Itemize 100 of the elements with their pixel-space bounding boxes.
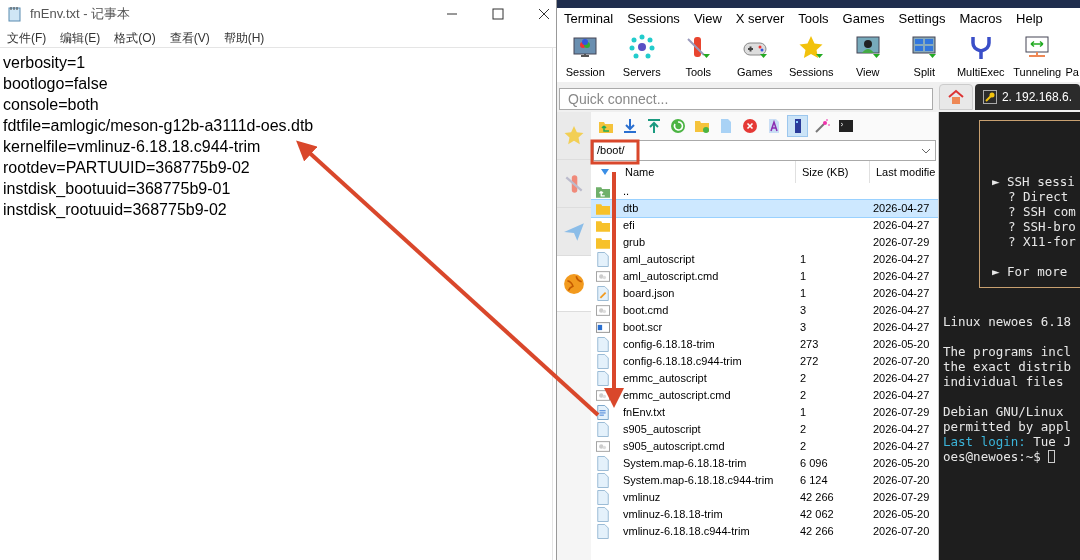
toolbar-button[interactable]: MultiExec	[956, 64, 1005, 81]
path-text: /boot/	[596, 143, 625, 159]
file-row[interactable]: board.json 1 2026-04-27	[591, 285, 938, 302]
toolbar-button[interactable]: Servers	[622, 64, 661, 81]
file-row[interactable]: System.map-6.18.18-trim 6 096 2026-05-20	[591, 455, 938, 472]
folder-icon	[596, 218, 610, 233]
toolbar-button[interactable]: Games	[737, 64, 773, 81]
menu-item[interactable]: Settings	[898, 9, 946, 29]
file-row[interactable]: aml_autoscript 1 2026-04-27	[591, 251, 938, 268]
menu-item[interactable]: Terminal	[564, 9, 614, 29]
menu-item[interactable]: 文件(F)	[7, 28, 47, 47]
column-header[interactable]: Name	[625, 163, 655, 181]
file-row[interactable]: boot.scr 3 2026-04-27	[591, 319, 938, 336]
modified-date: 2026-04-27	[873, 202, 930, 215]
file-row[interactable]: efi 2026-04-27	[591, 217, 938, 234]
sort-arrow-icon[interactable]	[601, 169, 609, 175]
window-title: fnEnv.txt - 记事本	[30, 5, 131, 24]
terminal-line: ► SSH sessi	[992, 174, 1075, 189]
paper-plane-icon	[563, 220, 585, 243]
file-icon	[596, 337, 610, 352]
session-tab[interactable]	[938, 84, 973, 110]
toolbar-button[interactable]: Tools	[685, 64, 712, 81]
text-file-icon	[596, 405, 610, 420]
file-name: fnEnv.txt	[623, 405, 665, 421]
key-icon	[982, 90, 997, 104]
modified-date: 2026-07-29	[873, 406, 930, 419]
terminal-line: the exact distrib	[943, 359, 1071, 374]
terminal-line: Linux newoes 6.18	[943, 314, 1071, 329]
file-row[interactable]: s905_autoscript 2 2026-04-27	[591, 421, 938, 438]
quick-connect-field[interactable]: Quick connect...	[559, 88, 933, 110]
close-icon[interactable]	[538, 8, 550, 20]
file-name: ..	[623, 184, 630, 200]
modified-date: 2026-07-20	[873, 355, 930, 368]
terminal-line: ? SSH com	[1007, 204, 1076, 219]
modified-date: 2026-04-27	[873, 321, 930, 334]
modified-date: 2026-04-27	[873, 253, 930, 266]
upload-icon	[645, 118, 662, 134]
menu-item[interactable]: Help	[1016, 9, 1043, 29]
file-row[interactable]: dtb 2026-04-27	[591, 200, 938, 217]
file-row[interactable]: config-6.18.18.c944-trim 272 2026-07-20	[591, 353, 938, 370]
modified-date: 2026-04-27	[873, 372, 930, 385]
file-size: 273	[800, 338, 819, 351]
file-name: boot.scr	[623, 320, 663, 336]
knife-icon	[563, 172, 585, 195]
column-header[interactable]: Size (KB)	[802, 163, 849, 181]
toolbar-button[interactable]	[787, 115, 808, 137]
menu-item[interactable]: 格式(O)	[114, 28, 156, 47]
file-row[interactable]: vmlinuz-6.18.18.c944-trim 42 266 2026-07-20	[591, 523, 938, 540]
file-row[interactable]: emmc_autoscript.cmd 2 2026-04-27	[591, 387, 938, 404]
path-dropdown[interactable]: /boot/	[593, 140, 936, 161]
toolbar-button[interactable]: Split	[913, 64, 935, 81]
file-row[interactable]: grub 2026-07-29	[591, 234, 938, 251]
toolbar-button[interactable]: View	[855, 64, 880, 81]
maximize-icon[interactable]	[492, 8, 504, 20]
file-icon	[596, 473, 610, 488]
menu-item[interactable]: Games	[842, 9, 885, 29]
text-line: instdisk_rootuuid=368775b9-02	[3, 200, 228, 220]
menu-item[interactable]: 查看(V)	[169, 28, 210, 47]
text-line: instdisk_bootuuid=368775b9-01	[3, 179, 232, 199]
sidebar-tab[interactable]	[557, 256, 591, 312]
folder-up-icon	[596, 184, 610, 199]
download-icon	[621, 118, 638, 134]
file-row[interactable]: boot.cmd 3 2026-04-27	[591, 302, 938, 319]
menu-item[interactable]: 编辑(E)	[60, 28, 101, 47]
file-row[interactable]: config-6.18.18-trim 273 2026-05-20	[591, 336, 938, 353]
menu-item[interactable]: Tools	[798, 9, 829, 29]
toolbar-button[interactable]: Sessions	[788, 64, 834, 81]
menu-item[interactable]: X server	[735, 9, 785, 29]
sidebar-tab[interactable]	[557, 160, 591, 208]
text-line: verbosity=1	[3, 53, 87, 73]
script-file-icon	[596, 388, 610, 403]
file-size: 272	[800, 355, 819, 368]
file-row[interactable]: vmlinuz-6.18.18-trim 42 062 2026-05-20	[591, 506, 938, 523]
file-row[interactable]: s905_autoscript.cmd 2 2026-04-27	[591, 438, 938, 455]
menu-item[interactable]: View	[693, 9, 722, 29]
file-row[interactable]: System.map-6.18.18.c944-trim 6 124 2026-07-20	[591, 472, 938, 489]
menu-item[interactable]: Sessions	[627, 9, 680, 29]
file-row[interactable]: fnEnv.txt 1 2026-07-29	[591, 404, 938, 421]
menu-item[interactable]: 帮助(H)	[223, 28, 265, 47]
new-folder-icon	[693, 118, 710, 134]
file-icon	[596, 507, 610, 522]
file-icon	[596, 354, 610, 369]
column-header[interactable]: Last modifie	[876, 163, 936, 181]
toolbar-button[interactable]: Session	[565, 64, 605, 81]
file-row[interactable]: ..	[591, 183, 938, 200]
file-row[interactable]: aml_autoscript.cmd 1 2026-04-27	[591, 268, 938, 285]
file-name: vmlinuz	[623, 490, 661, 506]
toolbar-button[interactable]: Tunneling	[1013, 64, 1062, 81]
modified-date: 2026-05-20	[873, 338, 930, 351]
file-row[interactable]: vmlinuz 42 266 2026-07-29	[591, 489, 938, 506]
file-row[interactable]: emmc_autoscript 2 2026-04-27	[591, 370, 938, 387]
menu-item[interactable]: Macros	[959, 9, 1003, 29]
session-tab[interactable]: 2. 192.168.6.	[974, 84, 1080, 110]
text-line: bootlogo=false	[3, 74, 109, 94]
file-size: 3	[800, 304, 807, 317]
toolbar-button[interactable]: Pa	[1065, 64, 1079, 81]
notepad-icon	[8, 6, 22, 22]
file-size: 1	[800, 270, 807, 283]
file-icon	[596, 422, 610, 437]
modified-date: 2026-04-27	[873, 389, 930, 402]
